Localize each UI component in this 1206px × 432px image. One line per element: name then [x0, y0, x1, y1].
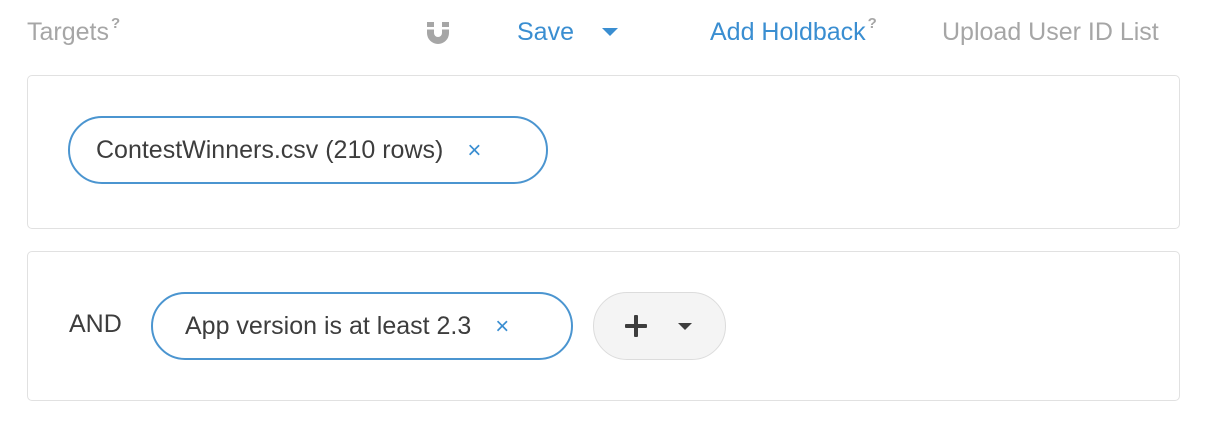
upload-user-id-list-link[interactable]: Upload User ID List [942, 18, 1159, 47]
plus-icon [625, 315, 647, 337]
and-operator-label: AND [69, 310, 122, 338]
app-version-chip[interactable]: App version is at least 2.3 × [151, 292, 573, 360]
csv-target-chip[interactable]: ContestWinners.csv (210 rows) × [68, 116, 548, 184]
targets-heading: Targets? [27, 15, 120, 47]
targets-toolbar: Targets? Save Add Holdback? Upload User … [0, 0, 1206, 66]
holdback-help-icon[interactable]: ? [868, 15, 877, 32]
add-holdback-label[interactable]: Add Holdback [710, 18, 866, 46]
add-holdback-link[interactable]: Add Holdback? [710, 15, 877, 47]
csv-target-label: ContestWinners.csv (210 rows) [96, 135, 444, 164]
chevron-down-icon [678, 323, 692, 330]
save-button[interactable]: Save [517, 18, 574, 47]
target-condition-panel-2: AND App version is at least 2.3 × [27, 251, 1180, 401]
magnet-icon[interactable] [424, 20, 452, 46]
app-version-label: App version is at least 2.3 [185, 311, 472, 340]
targets-help-icon[interactable]: ? [111, 15, 120, 32]
save-dropdown[interactable]: Save [517, 18, 618, 47]
add-condition-button[interactable] [593, 292, 726, 360]
close-icon[interactable]: × [495, 315, 509, 339]
targets-label: Targets [27, 18, 109, 46]
target-condition-panel-1: ContestWinners.csv (210 rows) × [27, 75, 1180, 229]
close-icon[interactable]: × [467, 139, 481, 163]
chevron-down-icon[interactable] [601, 27, 618, 36]
